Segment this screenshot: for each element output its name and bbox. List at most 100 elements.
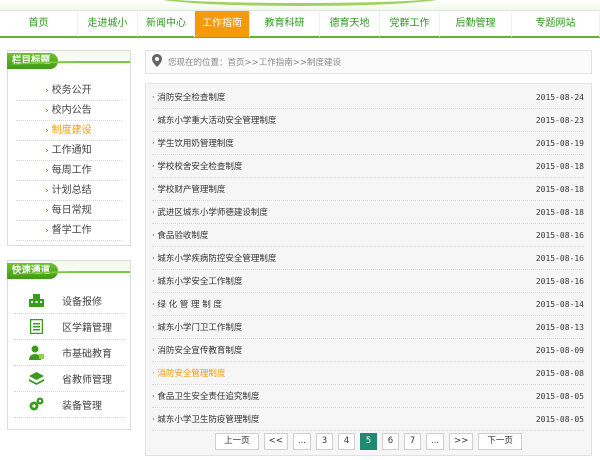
sidebar-item[interactable]: › 督学工作 xyxy=(16,221,122,241)
article-row[interactable]: · 消防安全检查制度 2015-08-24 xyxy=(152,86,584,109)
article-row[interactable]: · 城东小学安全工作制度 2015-08-16 xyxy=(152,270,584,293)
quick-link[interactable]: 装备管理 xyxy=(14,392,124,418)
article-title-text: 学校校舍安全检查制度 xyxy=(157,162,243,172)
article-title[interactable]: · 武进区城东小学师德建设制度 xyxy=(152,206,268,218)
sidebar-item[interactable]: › 计划总结 xyxy=(16,181,122,201)
article-date: 2015-08-19 xyxy=(535,138,584,148)
article-title[interactable]: · 食品卫生安全责任追究制度 xyxy=(152,390,259,402)
sidebar-item[interactable]: › 每日常规 xyxy=(16,201,122,221)
article-title-text: 武进区城东小学师德建设制度 xyxy=(157,208,268,218)
article-title-text: 消防安全管理制度 xyxy=(157,369,226,379)
quick-link-label: 区学籍管理 xyxy=(62,323,112,334)
article-date: 2015-08-18 xyxy=(535,184,584,194)
article-title[interactable]: · 城东小学安全工作制度 xyxy=(152,275,242,287)
article-row[interactable]: · 食品验收制度 2015-08-16 xyxy=(152,224,584,247)
sidebar-item[interactable]: › 校务公开 xyxy=(16,81,122,101)
chevron-right-icon: › xyxy=(45,226,49,236)
article-title[interactable]: · 城东小学重大活动安全管理制度 xyxy=(152,114,276,126)
nav-item-6[interactable]: 党群工作 xyxy=(380,11,440,37)
article-row[interactable]: · 绿 化 管 理 制 度 2015-08-14 xyxy=(152,293,584,316)
article-title[interactable]: · 学校财产管理制度 xyxy=(152,183,225,195)
article-row[interactable]: · 城东小学卫生防疫管理制度 2015-08-05 xyxy=(152,408,584,431)
quick-link-label: 省教师管理 xyxy=(62,375,112,386)
prev-page-button[interactable]: 上一页 xyxy=(215,433,259,450)
page-4-button[interactable]: 4 xyxy=(338,433,355,450)
article-title-text: 城东小学疾病防控安全管理制度 xyxy=(157,254,277,264)
sidebar-item-label: 督学工作 xyxy=(51,225,92,236)
chevron-right-icon: › xyxy=(45,86,49,96)
sidebar-item-label: 校内公告 xyxy=(51,105,92,116)
chevron-right-icon: › xyxy=(45,106,49,116)
article-title[interactable]: · 消防安全宣传教育制度 xyxy=(152,344,242,356)
article-title[interactable]: · 城东小学卫生防疫管理制度 xyxy=(152,413,259,425)
layers-icon xyxy=(28,371,44,387)
article-title-text: 城东小学卫生防疫管理制度 xyxy=(157,415,260,425)
pager-ellipsis: ... xyxy=(426,433,445,450)
article-date: 2015-08-23 xyxy=(535,115,584,125)
chevron-right-icon: › xyxy=(45,166,49,176)
article-title-text: 食品卫生安全责任追究制度 xyxy=(157,392,260,402)
article-date: 2015-08-18 xyxy=(535,161,584,171)
article-row[interactable]: · 城东小学门卫工作制度 2015-08-13 xyxy=(152,316,584,339)
article-title[interactable]: · 食品验收制度 xyxy=(152,229,208,241)
article-title-text: 学校财产管理制度 xyxy=(157,185,226,195)
quick-link[interactable]: 区学籍管理 xyxy=(14,314,124,340)
page-3-button[interactable]: 3 xyxy=(316,433,333,450)
article-row[interactable]: · 武进区城东小学师德建设制度 2015-08-18 xyxy=(152,201,584,224)
pager-ellipsis: ... xyxy=(292,433,311,450)
article-row[interactable]: · 城东小学疾病防控安全管理制度 2015-08-16 xyxy=(152,247,584,270)
article-title[interactable]: · 学校校舍安全检查制度 xyxy=(152,160,242,172)
article-row[interactable]: · 学校校舍安全检查制度 2015-08-18 xyxy=(152,155,584,178)
chevron-right-icon: › xyxy=(45,126,49,136)
sidebar-item[interactable]: › 工作通知 xyxy=(16,141,122,161)
article-row[interactable]: · 学校财产管理制度 2015-08-18 xyxy=(152,178,584,201)
decorative-curve xyxy=(150,0,450,6)
chevron-right-icon: › xyxy=(45,206,49,216)
article-title[interactable]: · 绿 化 管 理 制 度 xyxy=(152,298,222,310)
person-icon xyxy=(28,345,44,361)
article-title[interactable]: · 城东小学疾病防控安全管理制度 xyxy=(152,252,276,264)
article-row[interactable]: · 学生饮用奶管理制度 2015-08-19 xyxy=(152,132,584,155)
article-row[interactable]: · 消防安全管理制度 2015-08-08 xyxy=(152,362,584,385)
nav-item-7[interactable]: 后勤管理 xyxy=(440,11,512,37)
building-icon xyxy=(28,293,44,309)
last-page-button[interactable]: >> xyxy=(449,433,474,450)
nav-item-1[interactable]: 走进城小 xyxy=(78,11,138,37)
sidebar-item[interactable]: › 每周工作 xyxy=(16,161,122,181)
quick-link[interactable]: 市基础教育 xyxy=(14,340,124,366)
sidebar-item[interactable]: › 校内公告 xyxy=(16,101,122,121)
article-list: · 消防安全检查制度 2015-08-24 · 城东小学重大活动安全管理制度 2015… xyxy=(146,84,591,431)
page-7-button[interactable]: 7 xyxy=(404,433,421,450)
article-list-panel: · 消防安全检查制度 2015-08-24 · 城东小学重大活动安全管理制度 2015… xyxy=(145,83,592,456)
quick-header: 快速通道 xyxy=(7,261,130,283)
article-row[interactable]: · 消防安全宣传教育制度 2015-08-09 xyxy=(152,339,584,362)
first-page-button[interactable]: << xyxy=(263,433,288,450)
quick-link[interactable]: 设备报修 xyxy=(14,288,124,314)
sidebar-item-label: 工作通知 xyxy=(51,145,92,156)
quick-link[interactable]: 省教师管理 xyxy=(14,366,124,392)
article-row[interactable]: · 食品卫生安全责任追究制度 2015-08-05 xyxy=(152,385,584,408)
chevron-right-icon: › xyxy=(45,186,49,196)
article-title-text: 城东小学安全工作制度 xyxy=(157,277,243,287)
nav-item-2[interactable]: 新闻中心 xyxy=(138,11,195,37)
next-page-button[interactable]: 下一页 xyxy=(478,433,522,450)
article-title[interactable]: · 消防安全检查制度 xyxy=(152,91,225,103)
nav-item-3[interactable]: 工作指南 xyxy=(195,11,250,37)
breadcrumb: 您现在的位置：首页>>工作指南>>制度建设 xyxy=(168,58,341,68)
page-5-button[interactable]: 5 xyxy=(360,433,377,450)
sidebar-item[interactable]: › 制度建设 xyxy=(16,121,122,141)
sidebar-item-label: 校务公开 xyxy=(51,85,92,96)
page-6-button[interactable]: 6 xyxy=(382,433,399,450)
nav-item-8[interactable]: 专题网站 xyxy=(512,11,600,37)
article-title[interactable]: · 学生饮用奶管理制度 xyxy=(152,137,234,149)
nav-item-5[interactable]: 德育天地 xyxy=(320,11,380,37)
nav-item-0[interactable]: 首页 xyxy=(0,11,78,37)
nav-item-4[interactable]: 教育科研 xyxy=(250,11,320,37)
quick-link-label: 装备管理 xyxy=(62,401,102,412)
article-title-text: 消防安全宣传教育制度 xyxy=(157,346,243,356)
article-title[interactable]: · 消防安全管理制度 xyxy=(152,367,225,379)
article-row[interactable]: · 城东小学重大活动安全管理制度 2015-08-23 xyxy=(152,109,584,132)
article-title[interactable]: · 城东小学门卫工作制度 xyxy=(152,321,242,333)
document-icon xyxy=(28,319,44,335)
column-header: 栏目标题 xyxy=(7,51,130,73)
